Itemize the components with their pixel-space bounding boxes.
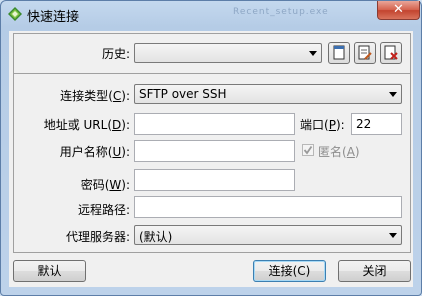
connection-type-label-text: 连接类型: [60, 89, 109, 103]
default-button[interactable]: 默认: [13, 260, 86, 282]
close-window-button[interactable]: ✕: [377, 1, 420, 20]
password-label: 密码(W):: [80, 178, 130, 192]
anonymous-checkbox[interactable]: [302, 144, 314, 156]
password-label-text: 密码: [80, 178, 105, 192]
address-label-text: 地址或 URL: [43, 118, 108, 132]
password-accesskey: W: [109, 178, 122, 192]
delete-document-icon: [384, 45, 398, 60]
connect-button[interactable]: 连接(C): [253, 260, 326, 282]
connection-type-label: 连接类型(C):: [60, 89, 130, 103]
connection-type-accesskey: C: [112, 89, 122, 103]
close-icon: ✕: [393, 2, 404, 17]
address-accesskey: D: [112, 118, 122, 132]
port-input[interactable]: 22: [351, 113, 402, 135]
edit-document-icon: [358, 45, 372, 60]
chevron-down-icon: [389, 233, 397, 238]
connection-type-select[interactable]: SFTP over SSH: [134, 84, 402, 104]
history-open-button[interactable]: [328, 42, 350, 64]
address-label: 地址或 URL(D):: [43, 118, 130, 132]
history-delete-button[interactable]: [380, 42, 402, 64]
connection-type-value: SFTP over SSH: [139, 87, 227, 101]
history-select[interactable]: [134, 43, 322, 63]
chevron-down-icon: [309, 51, 317, 56]
username-label: 用户名称(U):: [59, 145, 130, 159]
proxy-select[interactable]: (默认): [134, 225, 402, 245]
background-window-hint: Recent_setup.exe: [233, 7, 329, 17]
address-input[interactable]: [134, 113, 295, 135]
window-title: 快速连接: [27, 10, 80, 25]
username-accesskey: U: [112, 145, 122, 159]
remote-path-label: 远程路径:: [77, 203, 130, 217]
proxy-value: (默认): [139, 230, 173, 244]
remote-path-input[interactable]: [134, 196, 402, 218]
close-button[interactable]: 关闭: [338, 260, 411, 282]
quick-connect-window: 快速连接 Recent_setup.exe ✕ 历史: 连接类型(C): SFT…: [0, 0, 422, 296]
chevron-down-icon: [389, 92, 397, 97]
username-label-text: 用户名称: [59, 145, 108, 159]
settings-panel: 历史: 连接类型(C): SFTP over SSH 地址或 URL(D): 端…: [13, 33, 411, 253]
history-edit-button[interactable]: [354, 42, 376, 64]
username-input[interactable]: [134, 140, 295, 162]
checkmark-icon: [303, 145, 313, 155]
proxy-label: 代理服务器:: [65, 230, 130, 244]
port-label-text: 端口: [300, 118, 325, 132]
title-bar[interactable]: 快速连接 Recent_setup.exe ✕: [1, 1, 421, 27]
dialog-body: 历史: 连接类型(C): SFTP over SSH 地址或 URL(D): 端…: [9, 31, 413, 287]
anonymous-label-text: 匿名: [318, 145, 343, 159]
divider: [14, 73, 410, 74]
window-icon: [333, 45, 345, 60]
port-accesskey: P: [328, 118, 336, 132]
password-input[interactable]: [134, 169, 295, 191]
port-label: 端口(P):: [300, 118, 345, 132]
anonymous-accesskey: A: [346, 145, 355, 159]
port-value: 22: [356, 117, 372, 131]
history-label: 历史:: [101, 47, 130, 61]
app-icon: [8, 7, 22, 21]
anonymous-label[interactable]: 匿名(A): [318, 143, 360, 160]
